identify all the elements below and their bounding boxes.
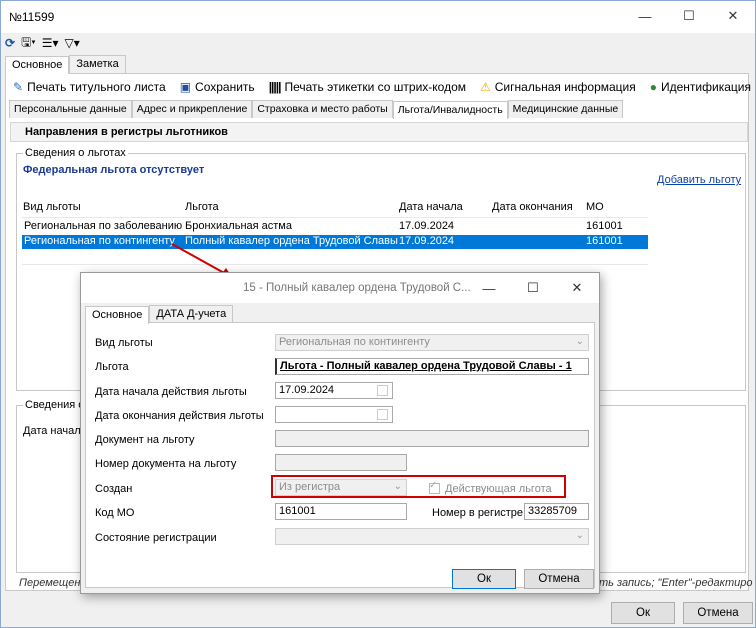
document-label: Документ на льготу bbox=[95, 434, 195, 446]
chevron-down-icon: ⌄ bbox=[575, 336, 584, 347]
calendar-icon[interactable] bbox=[377, 385, 388, 396]
document-number-field[interactable] bbox=[275, 454, 407, 471]
dialog-close-button[interactable]: ✕ bbox=[555, 273, 599, 303]
benefit-type-select[interactable]: Региональная по контингенту ⌄ bbox=[275, 334, 589, 351]
mo-code-field[interactable]: 161001 bbox=[275, 503, 407, 520]
tab-benefits[interactable]: Льгота/Инвалидность bbox=[392, 101, 508, 119]
benefit-label: Льгота bbox=[95, 361, 129, 373]
end-date-label: Дата окончания действия льготы bbox=[95, 410, 264, 422]
registration-state-select[interactable]: ⌄ bbox=[275, 528, 589, 545]
dialog-ok-button[interactable]: Ок bbox=[452, 569, 516, 589]
mo-code-label: Код МО bbox=[95, 507, 135, 519]
start-date-value: 17.09.2024 bbox=[279, 384, 335, 396]
benefit-value: Льгота - Полный кавалер ордена Трудовой … bbox=[280, 360, 572, 372]
register-number-value: 33285709 bbox=[528, 505, 577, 517]
calendar-icon[interactable] bbox=[377, 409, 388, 420]
dialog-tab-main[interactable]: Основное bbox=[85, 306, 150, 324]
start-date-label: Дата начала действия льготы bbox=[95, 386, 247, 398]
document-number-label: Номер документа на льготу bbox=[95, 458, 237, 470]
tab-main[interactable]: Основное bbox=[5, 56, 70, 74]
highlight-box bbox=[271, 475, 566, 498]
dialog-maximize-button[interactable]: ☐ bbox=[511, 273, 555, 303]
benefit-type-value: Региональная по контингенту bbox=[279, 336, 430, 348]
start-date-field[interactable]: 17.09.2024 bbox=[275, 382, 393, 399]
document-field[interactable] bbox=[275, 430, 589, 447]
dialog-minimize-button[interactable]: — bbox=[467, 273, 511, 303]
register-number-field[interactable]: 33285709 bbox=[524, 503, 589, 520]
register-number-label: Номер в регистре bbox=[432, 507, 523, 519]
registration-state-label: Состояние регистрации bbox=[95, 532, 217, 544]
benefit-type-label: Вид льготы bbox=[95, 337, 153, 349]
chevron-down-icon: ⌄ bbox=[575, 530, 584, 541]
created-label: Создан bbox=[95, 483, 133, 495]
dialog-title-bar: 15 - Полный кавалер ордена Трудовой С...… bbox=[81, 273, 599, 303]
dialog-panel: Вид льготы Региональная по контингенту ⌄… bbox=[85, 322, 595, 588]
dialog-tabs: Основное ДАТА Д-учета bbox=[85, 305, 234, 324]
dialog-tab-date[interactable]: ДАТА Д-учета bbox=[149, 305, 234, 323]
mo-code-value: 161001 bbox=[279, 505, 316, 517]
benefit-dialog: 15 - Полный кавалер ордена Трудовой С...… bbox=[80, 272, 600, 594]
end-date-field[interactable] bbox=[275, 406, 393, 423]
dialog-cancel-button[interactable]: Отмена bbox=[524, 569, 594, 589]
benefit-field[interactable]: Льгота - Полный кавалер ордена Трудовой … bbox=[275, 358, 589, 375]
dialog-title: 15 - Полный кавалер ордена Трудовой С... bbox=[243, 282, 471, 294]
